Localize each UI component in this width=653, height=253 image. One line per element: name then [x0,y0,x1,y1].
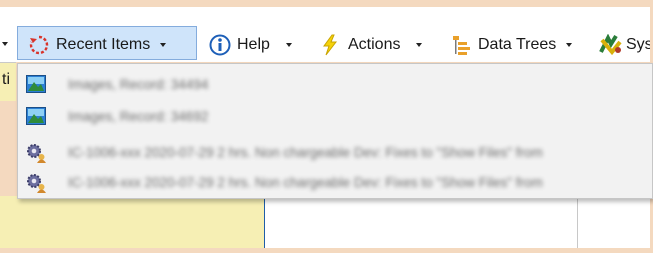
recent-items-dropdown: Images, Record: 34494 Images, Record: 34… [17,63,653,199]
recent-items-menu[interactable]: Recent Items [28,30,167,60]
actions-menu[interactable]: Actions [320,30,423,60]
help-label: Help [237,36,270,53]
left-pane [0,196,265,248]
chevron-down-icon [285,43,292,47]
actions-label: Actions [348,36,401,53]
previous-menu-dropdown[interactable] [0,29,8,59]
pane-divider[interactable] [264,196,265,252]
column-divider [577,196,578,252]
right-pane [265,196,650,248]
recent-item[interactable]: Images, Record: 34494 [18,68,653,100]
data-trees-menu[interactable]: Data Trees [452,30,573,60]
recent-item-text: IC-1006-xxx 2020-07-29 2 hrs. Non charge… [68,175,543,190]
recent-item[interactable]: IC-1006-xxx 2020-07-29 2 hrs. Non charge… [18,166,653,198]
gears-user-icon [26,143,48,167]
recent-item[interactable]: Images, Record: 34692 [18,100,653,132]
system-menu[interactable]: Sys [598,30,653,60]
chevron-down-icon [2,42,8,46]
lightning-icon [320,34,340,56]
info-icon [209,34,231,56]
left-header-strip: ti [0,62,16,101]
recent-items-label: Recent Items [56,36,151,53]
left-strip-text: ti [2,71,10,88]
system-icon [598,33,624,56]
chevron-down-icon [160,43,167,47]
recent-item[interactable]: IC-1006-xxx 2020-07-29 2 hrs. Non charge… [18,136,653,168]
recent-item-text: Images, Record: 34692 [68,109,209,124]
help-menu[interactable]: Help [209,30,292,60]
window-frame-bottom [0,248,653,253]
image-record-icon [26,107,46,129]
recent-item-text: IC-1006-xxx 2020-07-29 2 hrs. Non charge… [68,145,543,160]
chevron-down-icon [566,43,573,47]
data-trees-label: Data Trees [478,36,557,53]
gears-user-icon [26,173,48,197]
chevron-down-icon [416,43,423,47]
recent-items-icon [28,34,50,56]
image-record-icon [26,75,46,97]
system-label: Sys [626,36,653,53]
recent-item-text: Images, Record: 34494 [68,77,209,92]
tree-icon [452,34,474,56]
window-frame-top [0,0,653,7]
